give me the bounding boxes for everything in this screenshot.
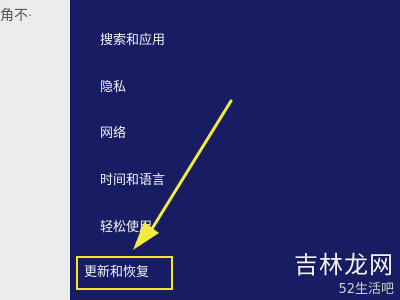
menu-item-search-and-apps[interactable]: 搜索和应用 [100, 33, 165, 49]
background-text-suffix: · [28, 8, 33, 24]
background-window: 角不· [0, 0, 70, 300]
screenshot-stage: 角不· 搜索和应用 隐私 网络 时间和语言 轻松使用 更新和恢复 吉林龙网 52… [0, 0, 400, 300]
menu-item-network[interactable]: 网络 [100, 126, 126, 142]
menu-item-time-and-language[interactable]: 时间和语言 [100, 173, 165, 189]
menu-item-update-and-recovery[interactable]: 更新和恢复 [76, 256, 174, 290]
menu-item-privacy[interactable]: 隐私 [100, 80, 126, 96]
settings-panel: 搜索和应用 隐私 网络 时间和语言 轻松使用 更新和恢复 [70, 0, 400, 300]
background-text: 角不 [0, 8, 28, 24]
menu-item-ease-of-access[interactable]: 轻松使用 [100, 220, 152, 236]
background-text-fragment: 角不· [0, 5, 32, 25]
